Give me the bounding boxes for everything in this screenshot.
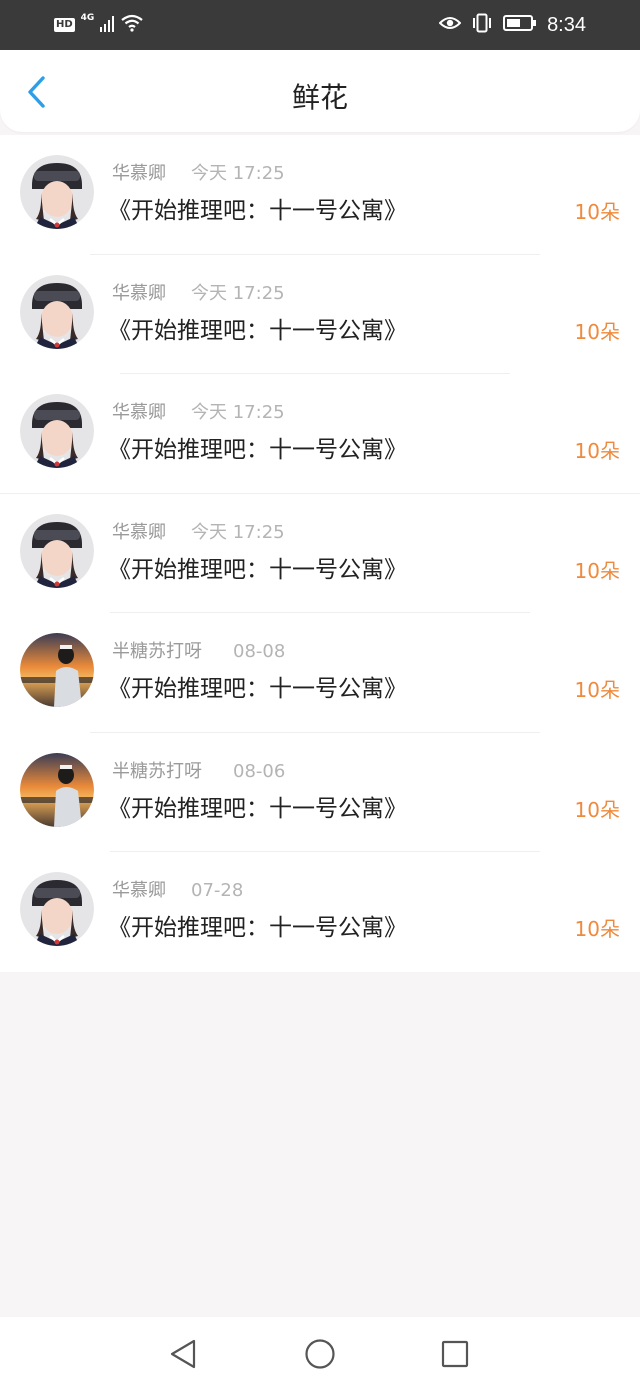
flower-amount: 10朵 <box>574 797 620 822</box>
list-item[interactable]: 半糖苏打呀 08-06 《开始推理吧：十一号公寓》 10朵 <box>0 733 640 852</box>
sender-name: 半糖苏打呀 <box>112 760 202 782</box>
timestamp: 08-08 <box>233 641 286 662</box>
eye-comfort-icon <box>438 15 462 35</box>
sender-name: 半糖苏打呀 <box>112 641 202 662</box>
list-item[interactable]: 华慕卿 今天 17:25 《开始推理吧：十一号公寓》 10朵 <box>0 135 640 255</box>
app-header: 鲜花 <box>0 50 640 132</box>
avatar[interactable] <box>20 633 94 707</box>
timestamp: 08-06 <box>233 760 286 782</box>
avatar[interactable] <box>20 394 94 468</box>
avatar[interactable] <box>20 274 94 349</box>
timestamp: 今天 17:25 <box>191 521 285 543</box>
battery-icon <box>503 14 537 36</box>
status-left: HD 4G <box>54 13 144 37</box>
book-title: 《开始推理吧：十一号公寓》 <box>108 915 407 941</box>
sender-name: 华慕卿 <box>112 402 166 423</box>
book-title: 《开始推理吧：十一号公寓》 <box>108 317 407 344</box>
timestamp: 今天 17:25 <box>191 282 285 304</box>
back-triangle-icon <box>170 1339 196 1369</box>
avatar[interactable] <box>20 752 94 827</box>
sender-name: 华慕卿 <box>112 163 166 184</box>
sender-name: 华慕卿 <box>112 521 166 543</box>
avatar[interactable] <box>20 513 94 588</box>
sender-name: 华慕卿 <box>112 880 166 901</box>
flower-amount: 10朵 <box>574 439 620 463</box>
list-item[interactable]: 华慕卿 今天 17:25 《开始推理吧：十一号公寓》 10朵 <box>0 255 640 374</box>
flower-amount: 10朵 <box>574 558 620 583</box>
flower-amount: 10朵 <box>574 678 620 702</box>
flower-amount: 10朵 <box>574 200 620 224</box>
status-bar: HD 4G 8:34 <box>0 0 640 50</box>
system-nav-bar <box>0 1317 640 1387</box>
flower-record-list: 华慕卿 今天 17:25 《开始推理吧：十一号公寓》 10朵 华慕卿 今天 17… <box>0 135 640 972</box>
home-circle-icon <box>305 1339 335 1369</box>
page-title: 鲜花 <box>291 81 348 114</box>
list-item[interactable]: 华慕卿 今天 17:25 《开始推理吧：十一号公寓》 10朵 <box>0 374 640 494</box>
list-item[interactable]: 华慕卿 今天 17:25 《开始推理吧：十一号公寓》 10朵 <box>0 494 640 613</box>
book-title: 《开始推理吧：十一号公寓》 <box>108 198 407 224</box>
nav-recents-button[interactable] <box>435 1334 475 1374</box>
avatar[interactable] <box>20 872 94 946</box>
wifi-icon <box>120 13 144 37</box>
timestamp: 今天 17:25 <box>191 402 285 423</box>
list-item[interactable]: 半糖苏打呀 08-08 《开始推理吧：十一号公寓》 10朵 <box>0 613 640 733</box>
flower-amount: 10朵 <box>574 319 620 344</box>
timestamp: 07-28 <box>191 880 244 901</box>
recents-square-icon <box>441 1340 469 1368</box>
network-type-label: 4G <box>80 13 95 23</box>
book-title: 《开始推理吧：十一号公寓》 <box>108 556 407 583</box>
status-right: 8:34 <box>438 11 586 39</box>
book-title: 《开始推理吧：十一号公寓》 <box>108 676 407 702</box>
signal-icon <box>100 14 115 36</box>
hd-badge: HD <box>54 18 75 32</box>
list-item[interactable]: 华慕卿 07-28 《开始推理吧：十一号公寓》 10朵 <box>0 852 640 972</box>
vibrate-icon <box>471 13 493 37</box>
avatar[interactable] <box>20 155 94 229</box>
book-title: 《开始推理吧：十一号公寓》 <box>108 795 407 822</box>
sender-name: 华慕卿 <box>112 282 166 304</box>
book-title: 《开始推理吧：十一号公寓》 <box>108 437 407 463</box>
nav-home-button[interactable] <box>300 1334 340 1374</box>
nav-back-button[interactable] <box>163 1334 203 1374</box>
status-time: 8:34 <box>547 13 586 36</box>
timestamp: 今天 17:25 <box>191 163 285 184</box>
flower-amount: 10朵 <box>574 917 620 941</box>
